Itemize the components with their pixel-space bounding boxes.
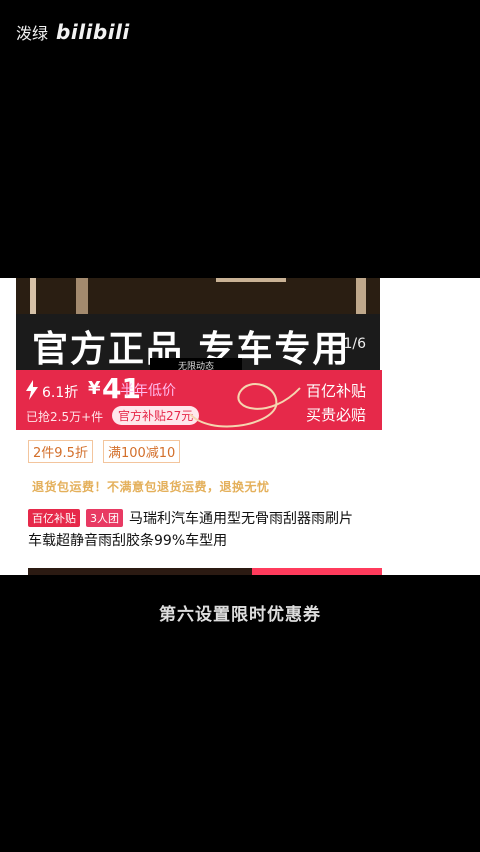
photo-detail	[356, 278, 366, 314]
product-title-line-2[interactable]: 车载超静音雨刮胶条99%车型用	[28, 530, 227, 550]
video-subtitle: 第六设置限时优惠券	[159, 605, 321, 625]
product-title[interactable]: 马瑞利汽车通用型无骨雨刮器雨刷片	[129, 508, 353, 528]
product-screenshot-frame: 官方正品 专车专用 1/6 无限动态 6.1折 ¥ 41 半年低价 已抢2.5万…	[0, 278, 480, 575]
watermark-channel-name: 泼绿	[16, 24, 49, 43]
photo-detail	[216, 278, 286, 282]
subsidy-brand-label: 百亿补贴	[305, 382, 366, 400]
bottom-red-accent	[252, 568, 382, 575]
currency-symbol: ¥	[88, 378, 101, 399]
photo-detail	[30, 278, 36, 314]
lasso-swoosh-decoration	[189, 383, 301, 428]
promo-chips: 2件9.5折 满100减10	[28, 440, 181, 463]
product-photo-top	[16, 278, 380, 314]
guarantee-label: 买贵必赔	[305, 406, 366, 424]
shipping-guarantee: 退货包运费！不满意包退货运费，退换无忧	[32, 480, 270, 494]
bilibili-logo: bilibili	[56, 20, 130, 44]
subsidy-tag: 百亿补贴	[28, 509, 80, 527]
promo-chip[interactable]: 2件9.5折	[28, 440, 93, 463]
price-note: 半年低价	[120, 383, 176, 399]
image-index: 1/6	[343, 336, 366, 352]
discount-label: 6.1折	[42, 385, 79, 401]
promo-chip[interactable]: 满100减10	[102, 440, 181, 463]
product-title-row: 百亿补贴 3人团 马瑞利汽车通用型无骨雨刮器雨刷片	[28, 508, 353, 528]
lightning-icon	[26, 380, 38, 400]
sales-count: 已抢2.5万+件	[26, 410, 104, 424]
group-buy-tag: 3人团	[86, 509, 123, 527]
photo-detail	[76, 278, 88, 314]
video-watermark: 泼绿 bilibili	[16, 20, 130, 44]
